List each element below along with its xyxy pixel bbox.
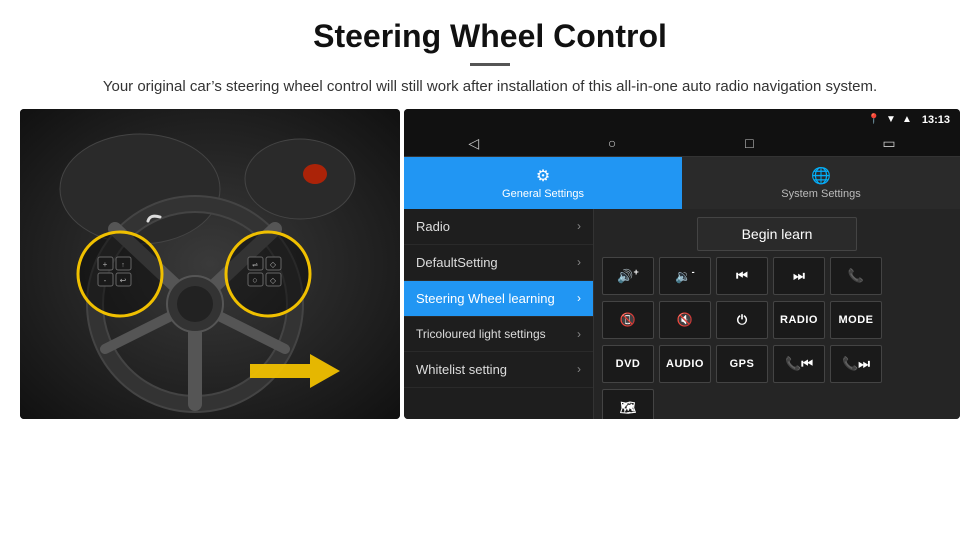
tab-system-settings[interactable]: 🌐 System Settings bbox=[682, 157, 960, 209]
car-image-area: + ↑ - ↩ ⇌ ◇ ○ ◇ bbox=[20, 109, 400, 419]
svg-text:+: + bbox=[103, 260, 108, 269]
power-button[interactable]: ⏻ bbox=[716, 301, 768, 339]
menu-radio-label: Radio bbox=[416, 219, 450, 234]
tab-general-settings[interactable]: ⚙ General Settings bbox=[404, 157, 682, 209]
mute-icon: 🔇 bbox=[677, 312, 693, 328]
page-subtitle: Your original car’s steering wheel contr… bbox=[60, 76, 920, 99]
signal-icon: ▲ bbox=[902, 114, 912, 125]
audio-button[interactable]: AUDIO bbox=[659, 345, 711, 383]
tab-general-label: General Settings bbox=[502, 188, 584, 200]
back-nav-icon[interactable]: ◁ bbox=[468, 135, 479, 152]
control-row-2: 📵 🔇 ⏻ RADIO MODE bbox=[602, 301, 952, 339]
menu-tricolour-label: Tricoloured light settings bbox=[416, 327, 546, 341]
mode-button[interactable]: MODE bbox=[830, 301, 882, 339]
mode-label: MODE bbox=[839, 314, 874, 326]
tel-prev-icon: 📞⏮ bbox=[785, 356, 813, 372]
mute-button[interactable]: 🔇 bbox=[659, 301, 711, 339]
dvd-label: DVD bbox=[616, 358, 641, 370]
next-track-icon: ⏭ bbox=[793, 268, 805, 284]
page-title: Steering Wheel Control bbox=[60, 18, 920, 55]
chevron-icon: › bbox=[577, 219, 581, 233]
menu-default-label: DefaultSetting bbox=[416, 255, 498, 270]
status-bar: 📍 ▼ ▲ 13:13 bbox=[404, 109, 960, 131]
gear-icon: ⚙ bbox=[536, 166, 550, 186]
svg-text:⇌: ⇌ bbox=[252, 262, 258, 269]
audio-label: AUDIO bbox=[666, 358, 704, 370]
menu-item-whitelist[interactable]: Whitelist setting › bbox=[404, 352, 593, 388]
page-header: Steering Wheel Control Your original car… bbox=[0, 0, 980, 109]
chevron-icon: › bbox=[577, 362, 581, 376]
tel-next-button[interactable]: 📞⏭ bbox=[830, 345, 882, 383]
tab-bar: ⚙ General Settings 🌐 System Settings bbox=[404, 157, 960, 209]
prev-track-icon: ⏮ bbox=[736, 268, 748, 284]
dvd-button[interactable]: DVD bbox=[602, 345, 654, 383]
svg-text:◇: ◇ bbox=[270, 276, 277, 285]
media-nav-icon[interactable]: ▭ bbox=[882, 135, 895, 152]
chevron-icon: › bbox=[577, 327, 581, 341]
chevron-icon: › bbox=[577, 291, 581, 305]
nav-icon: 🗺 bbox=[620, 400, 637, 416]
menu-whitelist-label: Whitelist setting bbox=[416, 362, 507, 377]
svg-text:-: - bbox=[104, 276, 107, 285]
vol-down-icon: 🔉- bbox=[675, 267, 694, 284]
vol-up-icon: 🔊+ bbox=[617, 267, 638, 284]
svg-text:○: ○ bbox=[252, 275, 257, 285]
android-ui: 📍 ▼ ▲ 13:13 ◁ ○ □ ▭ ⚙ General Settings 🌐… bbox=[404, 109, 960, 419]
gps-button[interactable]: GPS bbox=[716, 345, 768, 383]
menu-item-steering[interactable]: Steering Wheel learning › bbox=[404, 281, 593, 317]
menu-item-radio[interactable]: Radio › bbox=[404, 209, 593, 245]
tab-system-label: System Settings bbox=[781, 188, 860, 200]
wifi-icon: ▼ bbox=[886, 114, 896, 125]
vol-down-button[interactable]: 🔉- bbox=[659, 257, 711, 295]
hang-up-icon: 📵 bbox=[620, 312, 636, 328]
right-panel: Begin learn 🔊+ 🔉- ⏮ ⏭ 📞 📵 🔇 ⏻ RADIO MOD bbox=[594, 209, 960, 419]
radio-label: RADIO bbox=[780, 314, 818, 326]
tel-prev-button[interactable]: 📞⏮ bbox=[773, 345, 825, 383]
home-nav-icon[interactable]: ○ bbox=[608, 135, 616, 151]
radio-button[interactable]: RADIO bbox=[773, 301, 825, 339]
status-time: 13:13 bbox=[922, 114, 950, 126]
control-row-3: DVD AUDIO GPS 📞⏮ 📞⏭ bbox=[602, 345, 952, 383]
svg-text:↩: ↩ bbox=[120, 276, 127, 285]
settings-area: Radio › DefaultSetting › Steering Wheel … bbox=[404, 209, 960, 419]
chevron-icon: › bbox=[577, 255, 581, 269]
begin-learn-row: Begin learn bbox=[602, 217, 952, 251]
left-menu: Radio › DefaultSetting › Steering Wheel … bbox=[404, 209, 594, 419]
globe-icon: 🌐 bbox=[811, 166, 831, 186]
steering-wheel-svg: + ↑ - ↩ ⇌ ◇ ○ ◇ bbox=[20, 109, 400, 419]
begin-learn-button[interactable]: Begin learn bbox=[697, 217, 857, 251]
svg-text:◇: ◇ bbox=[270, 260, 277, 269]
main-content: + ↑ - ↩ ⇌ ◇ ○ ◇ bbox=[0, 109, 980, 429]
control-row-1: 🔊+ 🔉- ⏮ ⏭ 📞 bbox=[602, 257, 952, 295]
prev-track-button[interactable]: ⏮ bbox=[716, 257, 768, 295]
vol-up-button[interactable]: 🔊+ bbox=[602, 257, 654, 295]
nav-button[interactable]: 🗺 bbox=[602, 389, 654, 419]
call-button[interactable]: 📞 bbox=[830, 257, 882, 295]
next-track-button[interactable]: ⏭ bbox=[773, 257, 825, 295]
title-divider bbox=[470, 63, 510, 66]
menu-steering-label: Steering Wheel learning bbox=[416, 291, 555, 306]
recents-nav-icon[interactable]: □ bbox=[745, 135, 753, 151]
menu-item-default[interactable]: DefaultSetting › bbox=[404, 245, 593, 281]
menu-item-tricolour[interactable]: Tricoloured light settings › bbox=[404, 317, 593, 352]
location-icon: 📍 bbox=[868, 114, 880, 125]
svg-text:↑: ↑ bbox=[121, 262, 125, 269]
nav-bar: ◁ ○ □ ▭ bbox=[404, 131, 960, 157]
call-icon: 📞 bbox=[848, 268, 864, 284]
power-icon: ⏻ bbox=[737, 312, 747, 328]
tel-next-icon: 📞⏭ bbox=[842, 356, 870, 372]
control-row-4: 🗺 bbox=[602, 389, 952, 419]
gps-label: GPS bbox=[730, 358, 755, 370]
hang-up-button[interactable]: 📵 bbox=[602, 301, 654, 339]
